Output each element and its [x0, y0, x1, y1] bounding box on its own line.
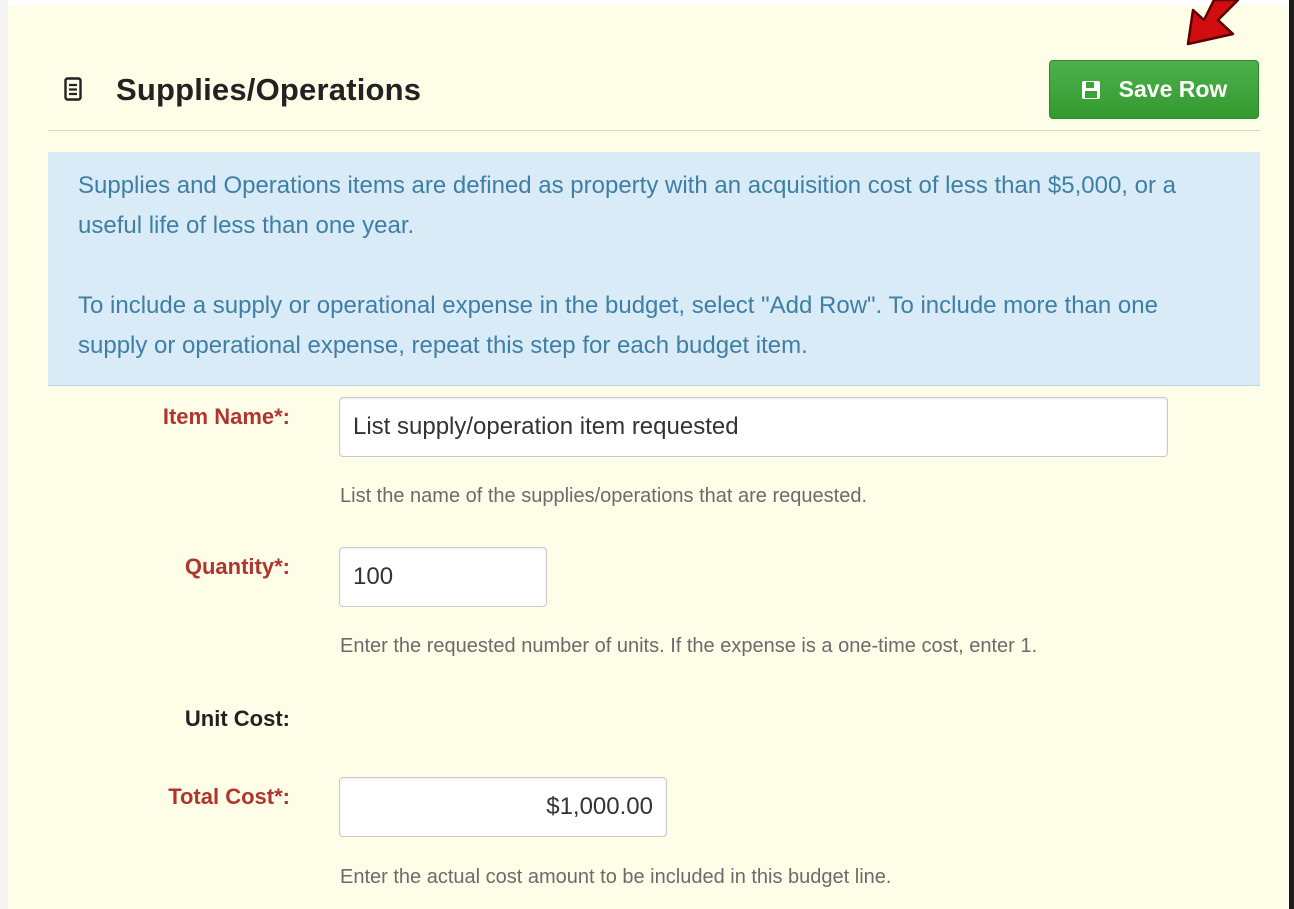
supplies-panel: Supplies/Operations Save Row Supplies an…	[8, 6, 1289, 909]
document-icon	[64, 77, 82, 101]
info-alert: Supplies and Operations items are define…	[48, 152, 1260, 386]
save-row-label: Save Row	[1118, 76, 1228, 102]
save-row-button[interactable]: Save Row	[1049, 60, 1259, 119]
total-cost-input[interactable]	[339, 777, 667, 837]
floppy-disk-icon	[1081, 80, 1100, 99]
info-paragraph-instructions: To include a supply or operational expen…	[78, 292, 1158, 359]
total-cost-label: Total Cost*:	[168, 784, 290, 809]
quantity-help: Enter the requested number of units. If …	[340, 635, 1038, 657]
panel-header: Supplies/Operations Save Row	[48, 60, 1260, 131]
item-name-label: Item Name*:	[162, 404, 290, 429]
quantity-label: Quantity*:	[184, 554, 290, 579]
quantity-input[interactable]	[339, 547, 547, 607]
annotation-arrow-icon	[1186, 0, 1240, 46]
total-cost-help: Enter the actual cost amount to be inclu…	[340, 866, 892, 888]
screenshot-frame: Supplies/Operations Save Row Supplies an…	[0, 0, 1294, 909]
unit-cost-label: Unit Cost:	[184, 706, 290, 731]
item-name-help: List the name of the supplies/operations…	[340, 485, 868, 507]
page-title: Supplies/Operations	[116, 72, 422, 107]
info-paragraph-definition: Supplies and Operations items are define…	[78, 172, 1176, 239]
item-name-input[interactable]	[339, 397, 1168, 457]
right-edge	[1289, 0, 1294, 909]
left-edge	[0, 0, 8, 909]
